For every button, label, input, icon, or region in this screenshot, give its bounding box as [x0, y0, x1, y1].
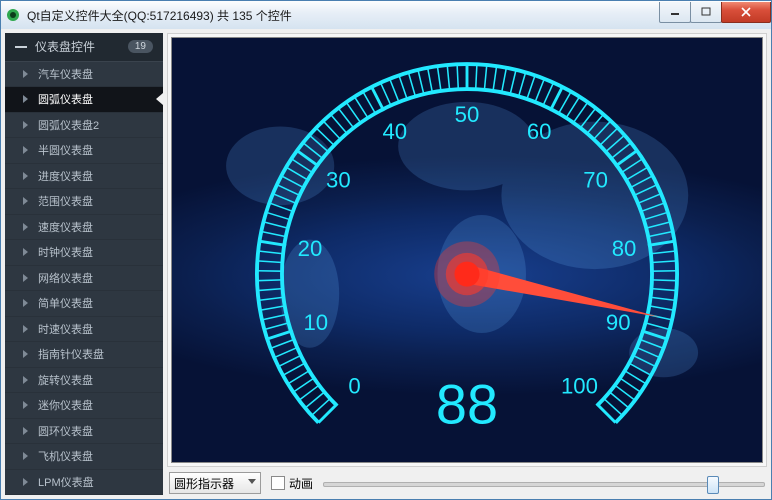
main-panel: 0 10 20 30 40 50 60 70 80 90 100 88 圆形指示器 动画 — [167, 33, 767, 495]
sidebar-item-15[interactable]: 飞机仪表盘 — [5, 444, 163, 470]
chevron-right-icon — [23, 223, 28, 231]
svg-text:10: 10 — [303, 310, 328, 335]
sidebar-item-0[interactable]: 汽车仪表盘 — [5, 62, 163, 88]
collapse-icon — [15, 46, 27, 48]
sidebar-item-11[interactable]: 指南针仪表盘 — [5, 342, 163, 368]
sidebar-group-badge: 19 — [128, 40, 153, 53]
sidebar-item-4[interactable]: 进度仪表盘 — [5, 164, 163, 190]
sidebar-item-7[interactable]: 时钟仪表盘 — [5, 240, 163, 266]
window-controls — [660, 2, 771, 23]
pointer-style-select[interactable]: 圆形指示器 — [169, 472, 261, 494]
footer-controls: 圆形指示器 动画 — [167, 471, 767, 495]
sidebar-item-14[interactable]: 圆环仪表盘 — [5, 419, 163, 445]
sidebar-item-label: 简单仪表盘 — [38, 295, 93, 311]
sidebar-item-label: 网络仪表盘 — [38, 270, 93, 286]
chevron-right-icon — [23, 325, 28, 333]
sidebar-item-10[interactable]: 时速仪表盘 — [5, 317, 163, 343]
chevron-right-icon — [23, 350, 28, 358]
chevron-right-icon — [23, 248, 28, 256]
sidebar-item-2[interactable]: 圆弧仪表盘2 — [5, 113, 163, 139]
sidebar-group-label: 仪表盘控件 — [35, 38, 95, 55]
sidebar-item-9[interactable]: 简单仪表盘 — [5, 291, 163, 317]
chevron-right-icon — [23, 95, 28, 103]
svg-text:60: 60 — [527, 119, 552, 144]
sidebar-item-label: 圆弧仪表盘 — [38, 91, 93, 107]
sidebar-item-label: 飞机仪表盘 — [38, 448, 93, 464]
gauge-svg: 0 10 20 30 40 50 60 70 80 90 100 88 — [172, 38, 762, 462]
chevron-right-icon — [23, 172, 28, 180]
gauge-container: 0 10 20 30 40 50 60 70 80 90 100 88 — [167, 33, 767, 467]
sidebar-item-16[interactable]: LPM仪表盘 — [5, 470, 163, 496]
checkbox-box — [271, 476, 285, 490]
sidebar-item-label: LPM仪表盘 — [38, 474, 94, 490]
svg-text:90: 90 — [606, 310, 631, 335]
sidebar-item-label: 迷你仪表盘 — [38, 397, 93, 413]
svg-text:80: 80 — [612, 236, 637, 261]
sidebar-item-label: 汽车仪表盘 — [38, 66, 93, 82]
chevron-right-icon — [23, 401, 28, 409]
sidebar-item-1[interactable]: 圆弧仪表盘 — [5, 87, 163, 113]
minimize-button[interactable] — [659, 2, 691, 23]
chevron-right-icon — [23, 299, 28, 307]
slider-thumb[interactable] — [707, 476, 719, 494]
sidebar-item-label: 圆环仪表盘 — [38, 423, 93, 439]
chevron-right-icon — [23, 427, 28, 435]
chevron-right-icon — [23, 274, 28, 282]
checkbox-label: 动画 — [289, 475, 313, 492]
window-title: Qt自定义控件大全(QQ:517216493) 共 135 个控件 — [27, 7, 660, 24]
svg-text:88: 88 — [436, 372, 498, 435]
sidebar-item-label: 旋转仪表盘 — [38, 372, 93, 388]
svg-text:0: 0 — [348, 373, 360, 398]
sidebar-item-8[interactable]: 网络仪表盘 — [5, 266, 163, 292]
svg-text:70: 70 — [583, 167, 608, 192]
svg-text:50: 50 — [455, 102, 480, 127]
svg-text:30: 30 — [326, 167, 351, 192]
sidebar-item-6[interactable]: 速度仪表盘 — [5, 215, 163, 241]
chevron-right-icon — [23, 478, 28, 486]
sidebar-item-label: 速度仪表盘 — [38, 219, 93, 235]
chevron-right-icon — [23, 70, 28, 78]
chevron-right-icon — [23, 146, 28, 154]
maximize-button[interactable] — [690, 2, 722, 23]
animation-checkbox[interactable]: 动画 — [271, 475, 313, 492]
chevron-right-icon — [23, 121, 28, 129]
close-button[interactable] — [721, 2, 771, 23]
sidebar-item-label: 圆弧仪表盘2 — [38, 117, 99, 133]
sidebar-item-13[interactable]: 迷你仪表盘 — [5, 393, 163, 419]
gauge-canvas: 0 10 20 30 40 50 60 70 80 90 100 88 — [171, 37, 763, 463]
svg-text:20: 20 — [298, 236, 323, 261]
sidebar-item-label: 进度仪表盘 — [38, 168, 93, 184]
sidebar-item-label: 时钟仪表盘 — [38, 244, 93, 260]
sidebar-item-5[interactable]: 范围仪表盘 — [5, 189, 163, 215]
sidebar-item-3[interactable]: 半圆仪表盘 — [5, 138, 163, 164]
sidebar[interactable]: 仪表盘控件 19 汽车仪表盘圆弧仪表盘圆弧仪表盘2 半圆仪表盘进度仪表盘范围仪表盘… — [5, 33, 163, 495]
slider-track — [323, 482, 765, 487]
sidebar-item-label: 半圆仪表盘 — [38, 142, 93, 158]
chevron-right-icon — [23, 452, 28, 460]
sidebar-item-label: 范围仪表盘 — [38, 193, 93, 209]
content-area: 仪表盘控件 19 汽车仪表盘圆弧仪表盘圆弧仪表盘2 半圆仪表盘进度仪表盘范围仪表盘… — [1, 29, 771, 499]
titlebar[interactable]: Qt自定义控件大全(QQ:517216493) 共 135 个控件 — [1, 1, 771, 30]
sidebar-group-header[interactable]: 仪表盘控件 19 — [5, 33, 163, 62]
svg-text:100: 100 — [561, 373, 598, 398]
chevron-right-icon — [23, 197, 28, 205]
value-slider[interactable] — [323, 473, 765, 493]
select-value: 圆形指示器 — [174, 475, 234, 492]
app-window: Qt自定义控件大全(QQ:517216493) 共 135 个控件 仪表盘控件 … — [0, 0, 772, 500]
sidebar-item-label: 指南针仪表盘 — [38, 346, 104, 362]
sidebar-item-12[interactable]: 旋转仪表盘 — [5, 368, 163, 394]
chevron-right-icon — [23, 376, 28, 384]
svg-text:40: 40 — [382, 119, 407, 144]
sidebar-item-label: 时速仪表盘 — [38, 321, 93, 337]
app-icon — [5, 7, 21, 23]
